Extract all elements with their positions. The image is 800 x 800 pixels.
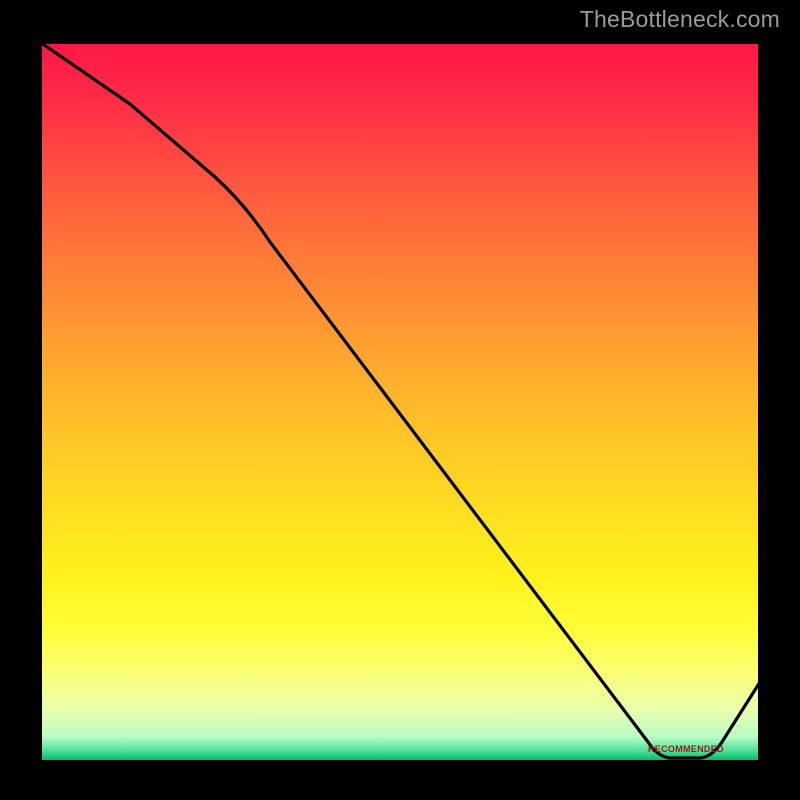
chart-frame: RECOMMENDED	[20, 30, 780, 790]
recommended-annotation: RECOMMENDED	[648, 744, 724, 754]
chart-line-layer	[40, 42, 760, 762]
bottleneck-curve	[40, 42, 760, 758]
watermark-text: TheBottleneck.com	[580, 6, 780, 33]
